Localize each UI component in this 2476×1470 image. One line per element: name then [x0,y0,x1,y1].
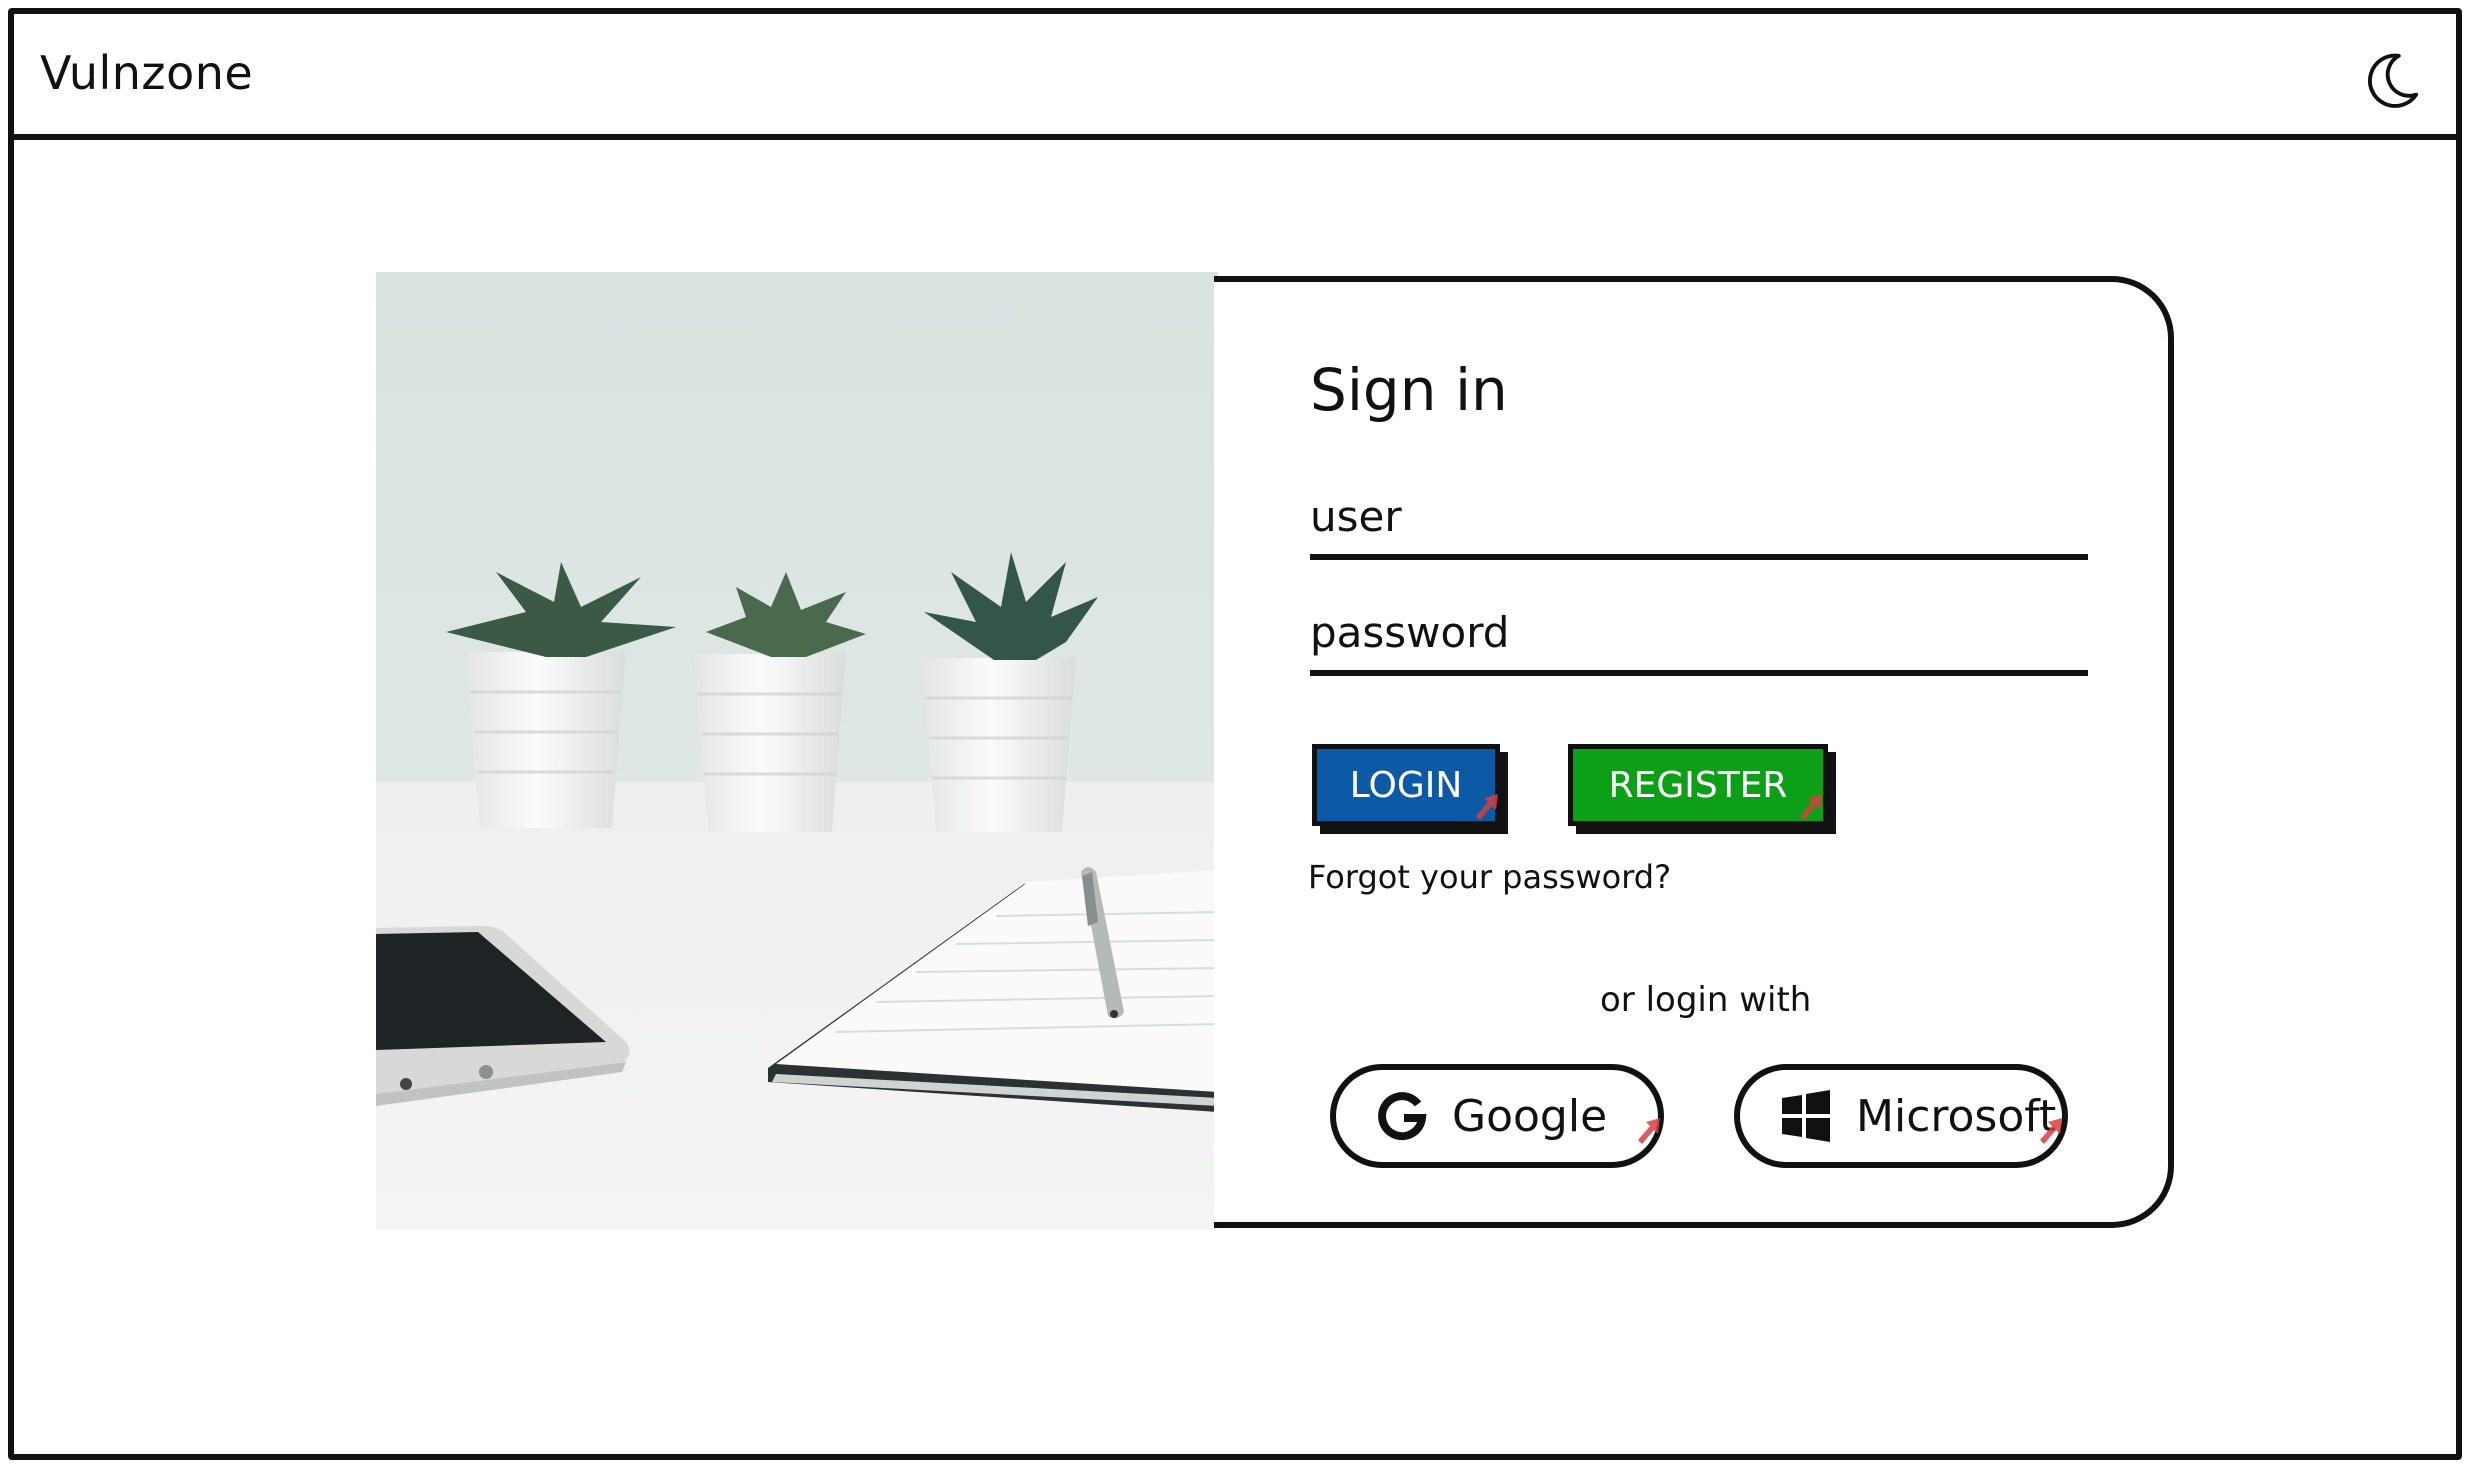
password-input[interactable] [1310,608,2088,657]
cursor-arrow-icon [1800,794,1822,820]
username-field [1310,486,2088,560]
cursor-arrow-icon [1638,1118,1660,1144]
cursor-arrow-icon [1476,794,1498,820]
windows-logo-icon [1782,1090,1830,1142]
register-button[interactable]: REGISTER [1568,744,1828,826]
microsoft-login-button[interactable]: Microsoft [1734,1064,2068,1168]
username-input[interactable] [1310,492,2088,541]
google-label: Google [1452,1090,1608,1142]
password-field [1310,602,2088,676]
microsoft-label: Microsoft [1856,1090,2057,1142]
moon-icon[interactable] [2360,50,2422,112]
page-title: Sign in [1310,356,1508,424]
hero-photo [376,272,1218,1230]
login-button-label: LOGIN [1349,764,1463,806]
google-g-icon [1378,1092,1427,1141]
forgot-password-link[interactable]: Forgot your password? [1308,858,1671,896]
google-login-button[interactable]: Google [1330,1064,1664,1168]
register-button-label: REGISTER [1608,764,1788,806]
or-login-with-label: or login with [1600,980,1812,1020]
cursor-arrow-icon [2040,1118,2062,1144]
top-bar: Vulnzone [8,8,2462,140]
app-title: Vulnzone [40,46,254,100]
